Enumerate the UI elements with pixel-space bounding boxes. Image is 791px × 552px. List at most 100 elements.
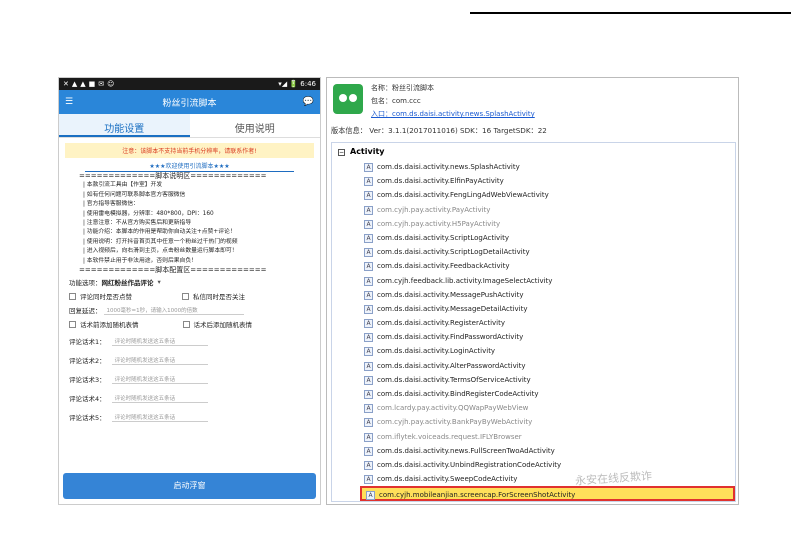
tree-header[interactable]: − Activity	[332, 143, 735, 160]
activity-name: com.ds.daisi.activity.news.FullScreenTwo…	[377, 446, 555, 455]
activity-item[interactable]: Acom.ds.daisi.activity.FindPasswordActiv…	[332, 330, 735, 344]
activity-name: com.cyjh.pay.activity.PayActivity	[377, 205, 491, 214]
activity-icon: A	[364, 191, 373, 201]
comment-script-input[interactable]: 评论时随机发送这五条话	[111, 336, 208, 346]
info-line: | 注意注意：不从官方购买售后和更新指导	[83, 220, 192, 227]
start-float-button[interactable]: 启动浮窗	[63, 473, 316, 499]
activity-item[interactable]: Acom.ds.daisi.activity.TermsOfServiceAct…	[332, 373, 735, 387]
like-checkbox[interactable]	[69, 292, 76, 300]
activity-name: com.ds.daisi.activity.MessageDetailActiv…	[377, 304, 528, 313]
activity-item[interactable]: Acom.ds.daisi.activity.ScriptLogDetailAc…	[332, 245, 735, 259]
activity-name: com.ds.daisi.activity.AlterPasswordActiv…	[377, 361, 526, 370]
apk-info-panel: 名称：粉丝引流脚本 包名：com.ccc 入口：com.ds.daisi.act…	[326, 77, 739, 505]
activity-name: com.ds.daisi.activity.BindRegisterCodeAc…	[377, 390, 539, 398]
warning-banner: 注意：该脚本不支持当前手机分辨率，请联系作者!	[65, 143, 314, 158]
activity-icon: A	[364, 276, 373, 286]
function-option-row: 功能选项： 网红粉丝作品评论 ▾	[59, 275, 320, 289]
activity-tree[interactable]: − Activity Acom.ds.daisi.activity.news.Sp…	[331, 142, 736, 502]
activity-item[interactable]: Acom.iflytek.voiceads.request.IFLYBrowse…	[332, 430, 735, 444]
app-title: 粉丝引流脚本	[162, 99, 217, 109]
app-name: 名称：粉丝引流脚本	[371, 84, 434, 92]
activity-item[interactable]: Acom.ds.daisi.activity.RegisterActivity	[332, 316, 735, 330]
activity-item[interactable]: Acom.lcardy.pay.activity.QQWapPayWebView	[332, 401, 735, 415]
activity-item[interactable]: Acom.ds.daisi.activity.MessagePushActivi…	[332, 288, 735, 302]
activity-name: com.cyjh.feedback.lib.activity.ImageSele…	[377, 276, 553, 285]
app-entry: 入口：com.ds.daisi.activity.news.SplashActi…	[371, 108, 535, 121]
activity-item[interactable]: Acom.ds.daisi.activity.MessageDetailActi…	[332, 302, 735, 316]
function-select[interactable]: 网红粉丝作品评论	[102, 277, 154, 287]
info-line: | 本软件禁止用于非法用途，否则后果自负！	[83, 257, 197, 264]
activity-item[interactable]: Acom.ds.daisi.activity.LoginActivity	[332, 344, 735, 358]
activity-name: com.cyjh.mobileanjian.screencap.ForScree…	[379, 491, 576, 500]
highlighted-activity[interactable]: Acom.cyjh.mobileanjian.screencap.ForScre…	[360, 486, 735, 501]
info-lines: | 本款引流工具由【作室】开发 | 如有任何问题可联系脚本官方客服微信 | 官方指导…	[83, 181, 310, 266]
activity-item[interactable]: Acom.cyjh.feedback.lib.activity.ImageSel…	[332, 274, 735, 288]
activity-item[interactable]: Acom.cyjh.pay.activity.BankPayByWebActiv…	[332, 415, 735, 429]
info-section: =============脚本说明区============= | 本款引流工具…	[59, 172, 320, 275]
status-icons: ✕ ▲ ▲ ■ ✉ ☺	[63, 80, 117, 88]
activity-item[interactable]: Acom.ds.daisi.activity.AlterPasswordActi…	[332, 359, 735, 373]
activity-item[interactable]: Acom.ds.daisi.activity.FengLingAdWebView…	[332, 188, 735, 202]
info-line: | 功能介绍：本脚本的作用是帮助你自动关注+点赞+评论！	[83, 229, 236, 236]
tab-instructions[interactable]: 使用说明	[190, 114, 321, 137]
activity-name: com.lcardy.pay.activity.QQWapPayWebView	[377, 404, 529, 413]
activity-item[interactable]: Acom.ds.daisi.activity.BindRegisterCodeA…	[332, 387, 735, 401]
activity-icon: A	[364, 233, 373, 243]
delay-label: 回复延迟：	[69, 307, 102, 316]
entry-label[interactable]: 入口：	[371, 110, 392, 118]
comment-script-label: 评论话术3：	[69, 375, 106, 384]
entry-link[interactable]: com.ds.daisi.activity.news.SplashActivit…	[392, 110, 535, 118]
activity-name: com.ds.daisi.activity.news.SplashActivit…	[377, 163, 520, 171]
suffix-emoji-checkbox[interactable]	[182, 320, 190, 328]
comment-script-label: 评论话术2：	[69, 356, 106, 365]
activity-icon: A	[364, 390, 373, 399]
activity-icon: A	[364, 163, 373, 172]
prefix-emoji-label: 话术前添加随机表情	[80, 321, 139, 330]
suffix-emoji-label: 话术后添加随机表情	[193, 321, 253, 330]
tab-settings[interactable]: 功能设置	[59, 114, 190, 137]
activity-item[interactable]: Acom.ds.daisi.activity.news.FullScreenTw…	[332, 444, 735, 458]
activity-name: com.ds.daisi.activity.MessagePushActivit…	[377, 290, 524, 299]
activity-item[interactable]: Acom.ds.daisi.activity.UnbindRegistratio…	[332, 458, 735, 472]
tab-bar: 功能设置 使用说明	[59, 114, 320, 138]
activity-item[interactable]: Acom.ds.daisi.activity.SweepCodeActivity	[332, 472, 735, 486]
activity-item[interactable]: Acom.ds.daisi.activity.FeedbackActivity	[332, 259, 735, 273]
activity-item[interactable]: Acom.ds.daisi.activity.news.SplashActivi…	[332, 160, 735, 174]
activity-icon: A	[364, 262, 373, 272]
activity-icon: A	[364, 333, 373, 343]
info-line: | 如有任何问题可联系脚本官方客服微信	[83, 191, 186, 198]
comment-script-input[interactable]: 评论时随机发送这五条话	[111, 412, 208, 422]
comment-script-input[interactable]: 评论时随机发送这五条话	[111, 393, 208, 403]
activity-name: com.ds.daisi.activity.LoginActivity	[377, 347, 496, 356]
status-icon: ■	[88, 80, 96, 88]
status-icon: ▲	[71, 80, 78, 88]
status-icon: ✕	[63, 80, 69, 88]
status-right: ▾◢ 🔋 6:46	[278, 80, 316, 88]
activity-item[interactable]: Acom.ds.daisi.activity.ElfinPayActivity	[332, 174, 735, 188]
app-package: 包名：com.ccc	[371, 97, 421, 105]
activity-item[interactable]: Acom.ds.daisi.activity.ScriptLogActivity	[332, 231, 735, 245]
activity-name: com.ds.daisi.activity.RegisterActivity	[377, 319, 506, 328]
collapse-icon[interactable]: −	[338, 149, 345, 156]
activity-icon: A	[366, 491, 375, 501]
activity-item[interactable]: Acom.cyjh.pay.activity.H5PayActivity	[332, 217, 735, 231]
activity-item[interactable]: Acom.cyjh.pay.activity.PayActivity	[332, 203, 735, 217]
activity-name: com.ds.daisi.activity.SweepCodeActivity	[377, 475, 518, 484]
app-meta: 名称：粉丝引流脚本 包名：com.ccc 入口：com.ds.daisi.act…	[371, 82, 535, 121]
chevron-down-icon[interactable]: ▾	[158, 278, 161, 286]
activity-icon: A	[364, 304, 373, 314]
activity-name: com.ds.daisi.activity.ElfinPayActivity	[377, 177, 504, 186]
status-bar: ✕ ▲ ▲ ■ ✉ ☺ ▾◢ 🔋 6:46	[59, 78, 320, 90]
info-line: | 本款引流工具由【作室】开发	[83, 182, 163, 189]
follow-checkbox[interactable]	[182, 292, 189, 300]
prefix-emoji-checkbox[interactable]	[69, 320, 76, 328]
activity-name: com.ds.daisi.activity.TermsOfServiceActi…	[377, 375, 531, 384]
function-label: 功能选项：	[69, 279, 102, 288]
activity-name: com.ds.daisi.activity.FindPasswordActivi…	[377, 333, 524, 342]
welcome-text: ★★★欢迎使用引流脚本★★★	[85, 160, 294, 172]
comment-script-input[interactable]: 评论时随机发送这五条话	[111, 355, 208, 365]
activity-name: com.iflytek.voiceads.request.IFLYBrowser	[377, 432, 522, 441]
comment-script-input[interactable]: 评论时随机发送这五条话	[111, 374, 208, 384]
activity-name: com.cyjh.pay.activity.BankPayByWebActivi…	[377, 418, 533, 427]
delay-input[interactable]: 1000毫秒=1秒，请输入1000的倍数	[103, 305, 244, 316]
